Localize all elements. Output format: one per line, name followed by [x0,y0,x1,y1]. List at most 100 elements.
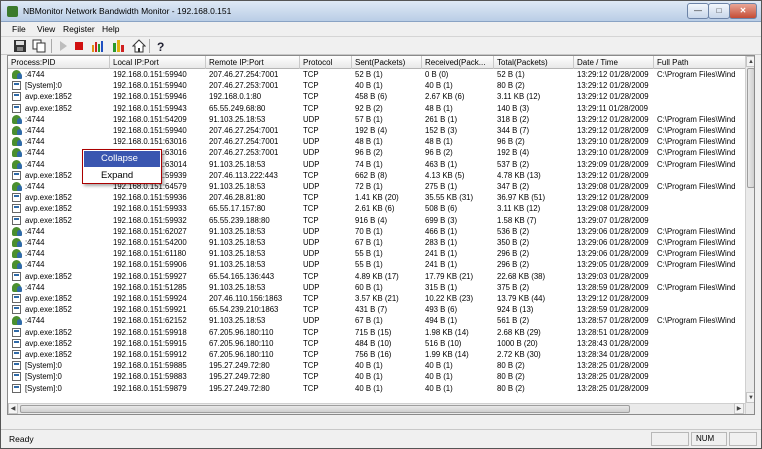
protocol-cell: TCP [303,204,319,214]
vertical-scrollbar[interactable]: ▲ ▼ [745,56,754,414]
protocol-cell: TCP [303,193,319,203]
table-row[interactable]: [System]:0 192.168.0.151:59885 195.27.249.… [8,360,745,371]
sent-cell: 40 B (1) [355,383,383,393]
date-time-cell: 13:29:11 01/28/2009 [577,103,648,113]
remote-ip-cell: 91.103.25.18:53 [209,249,266,259]
remote-ip-cell: 207.46.27.254:7001 [209,70,279,79]
remote-ip-cell: 207.46.113.222:443 [209,170,278,180]
table-row[interactable]: avp.exe:1852 192.168.0.151:59921 65.54.239… [8,304,745,315]
local-ip-cell: 192.168.0.151:61180 [113,249,187,259]
full-path-cell: C:\Program Files\Wind [657,137,736,147]
table-row[interactable]: avp.exe:1852 192.168.0.151:59918 67.205.96… [8,327,745,338]
table-row[interactable]: avp.exe:1852 192.168.0.151:59943 65.55.249… [8,103,745,114]
save-icon[interactable] [13,39,27,53]
col-full-path[interactable]: Full Path [654,56,745,69]
scroll-up-arrow[interactable]: ▲ [746,56,754,67]
scroll-right-arrow[interactable]: ▶ [734,403,744,414]
table-row[interactable]: avp.exe:1852 192.168.0.151:59933 65.55.17.… [8,203,745,214]
menu-file[interactable]: File [12,24,26,34]
col-date-time[interactable]: Date / Time [574,56,654,69]
total-cell: 536 B (2) [497,226,530,236]
menu-view[interactable]: View [37,24,55,34]
play-icon[interactable] [56,39,70,53]
window-title: NBMonitor Network Bandwidth Monitor - 19… [23,6,232,16]
full-path-cell: C:\Program Files\Wind [657,159,736,169]
table-row[interactable]: [System]:0 192.168.0.151:59940 207.46.27.2… [8,80,745,91]
horizontal-scrollbar[interactable]: ◀ ▶ [8,403,745,414]
bar-chart-icon[interactable] [112,39,126,53]
total-cell: 1.58 KB (7) [497,215,537,225]
full-path-cell: C:\Program Files\Wind [657,316,736,326]
remote-ip-cell: 91.103.25.18:53 [209,282,266,292]
maximize-button[interactable]: □ [708,3,730,19]
table-row[interactable]: :4744 192.168.0.151:51285 91.103.25.18:53 U… [8,282,745,293]
table-row[interactable]: :4744 192.168.0.151:59940 207.46.27.254:70… [8,69,745,80]
table-row[interactable]: avp.exe:1852 192.168.0.151:59927 65.54.165… [8,271,745,282]
table-row[interactable]: :4744 192.168.0.151:63016 207.46.27.254:70… [8,136,745,147]
col-received[interactable]: Received(Pack... [422,56,494,69]
table-row[interactable]: avp.exe:1852 192.168.0.151:59924 207.46.11… [8,293,745,304]
protocol-cell: UDP [303,137,320,147]
col-remote-ip[interactable]: Remote IP:Port [206,56,300,69]
col-protocol[interactable]: Protocol [300,56,352,69]
full-path-cell: C:\Program Files\Wind [657,70,736,79]
table-row[interactable]: avp.exe:1852 192.168.0.151:59946 192.168.0… [8,91,745,102]
local-ip-cell: 192.168.0.151:59912 [113,350,187,359]
col-local-ip[interactable]: Local IP:Port [110,56,206,69]
table-row[interactable]: :4744 192.168.0.151:59906 91.103.25.18:53 U… [8,259,745,270]
context-menu-collapse[interactable]: Collapse [84,151,160,167]
home-icon[interactable] [132,39,146,53]
sent-cell: 916 B (4) [355,215,388,225]
full-path-cell: C:\Program Files\Wind [657,114,736,124]
total-cell: 1000 B (20) [497,338,538,348]
local-ip-cell: 192.168.0.151:54200 [113,238,187,247]
protocol-cell: TCP [303,81,319,91]
local-ip-cell: 192.168.0.151:59915 [113,338,187,348]
table-row[interactable]: avp.exe:1852 192.168.0.151:59936 207.46.28… [8,192,745,203]
sent-cell: 92 B (2) [355,103,383,113]
close-button[interactable]: ✕ [729,3,757,19]
local-ip-cell: 192.168.0.151:59936 [113,193,187,203]
menu-register[interactable]: Register [63,24,95,34]
menu-help[interactable]: Help [102,24,119,34]
scroll-left-arrow[interactable]: ◀ [8,403,18,414]
sent-cell: 484 B (10) [355,338,392,348]
protocol-cell: UDP [303,238,320,247]
table-row[interactable]: :4744 192.168.0.151:62152 91.103.25.18:53 U… [8,315,745,326]
process-pid-cell: [System]:0 [25,383,62,393]
table-row[interactable]: avp.exe:1852 192.168.0.151:59912 67.205.96… [8,349,745,360]
table-row[interactable]: :4744 192.168.0.151:54209 91.103.25.18:53 U… [8,114,745,125]
table-row[interactable]: [System]:0 192.168.0.151:59879 195.27.249.… [8,383,745,394]
col-total[interactable]: Total(Packets) [494,56,574,69]
hscroll-thumb[interactable] [20,405,630,413]
help-icon[interactable]: ? [154,39,168,53]
title-bar[interactable]: NBMonitor Network Bandwidth Monitor - 19… [1,1,761,22]
col-sent[interactable]: Sent(Packets) [352,56,422,69]
table-row[interactable]: :4744 192.168.0.151:62027 91.103.25.18:53 U… [8,226,745,237]
scroll-down-arrow[interactable]: ▼ [746,392,754,403]
table-row[interactable]: :4744 192.168.0.151:59940 207.46.27.254:70… [8,125,745,136]
col-process-pid[interactable]: Process:PID [8,56,110,69]
graph-icon[interactable] [91,39,105,53]
process-pid-cell: :4744 [25,70,45,79]
process-pid-cell: avp.exe:1852 [25,338,72,348]
table-row[interactable]: :4744 192.168.0.151:54200 91.103.25.18:53 U… [8,237,745,248]
scroll-thumb[interactable] [747,68,754,188]
sent-cell: 4.89 KB (17) [355,271,399,281]
table-row[interactable]: :4744 192.168.0.151:61180 91.103.25.18:53 U… [8,248,745,259]
minimize-button[interactable]: — [687,3,709,19]
stop-icon[interactable] [72,39,86,53]
remote-ip-cell: 91.103.25.18:53 [209,238,266,247]
received-cell: 96 B (2) [425,148,453,158]
table-row[interactable]: avp.exe:1852 192.168.0.151:59915 67.205.96… [8,338,745,349]
copy-icon[interactable] [32,39,46,53]
protocol-cell: UDP [303,148,320,158]
table-row[interactable]: [System]:0 192.168.0.151:59883 195.27.249.… [8,371,745,382]
total-cell: 3.11 KB (12) [497,92,541,102]
status-text: Ready [9,434,34,444]
table-row[interactable]: avp.exe:1852 192.168.0.151:59932 65.55.239… [8,215,745,226]
received-cell: 152 B (3) [425,126,458,135]
total-cell: 347 B (2) [497,182,530,191]
context-menu-expand[interactable]: Expand [84,168,160,184]
protocol-cell: TCP [303,305,319,315]
